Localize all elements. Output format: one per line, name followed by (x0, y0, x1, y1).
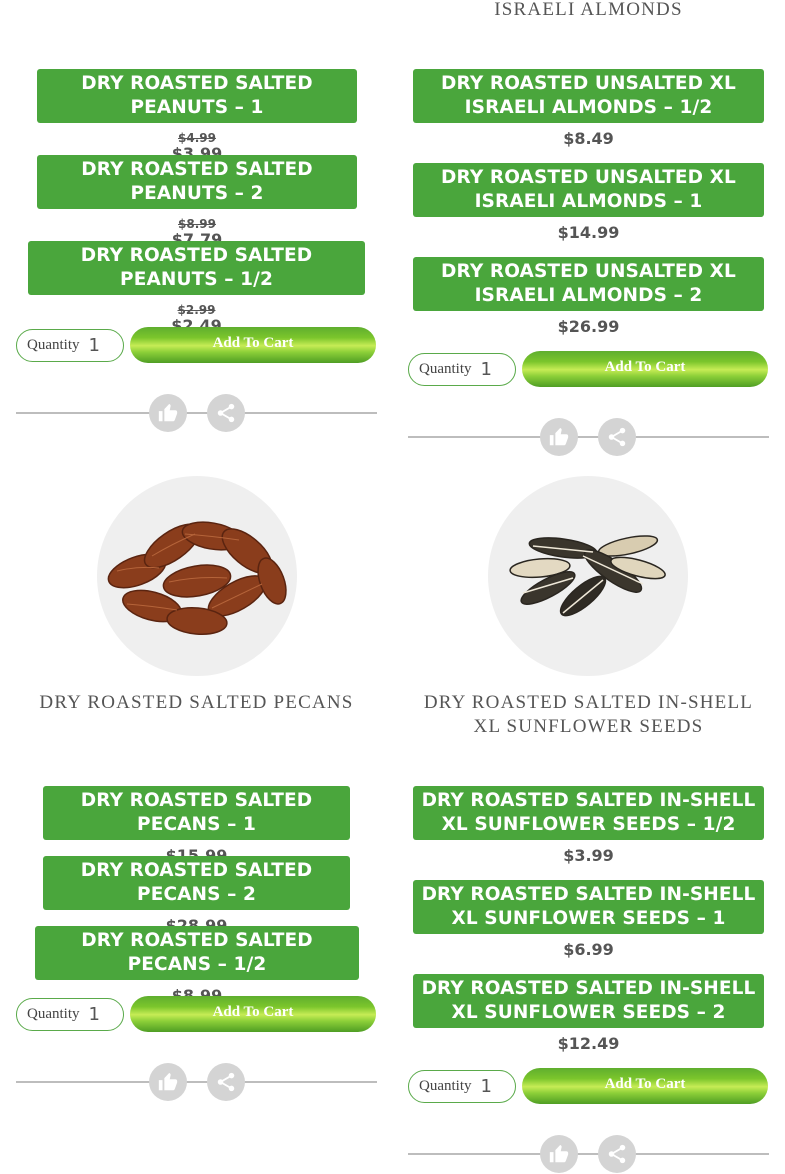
variant-button[interactable]: DRY ROASTED UNSALTED XL ISRAELI ALMONDS … (413, 163, 764, 217)
old-price: $4.99 (178, 131, 216, 145)
divider (408, 1153, 769, 1155)
quantity-field: Quantity (408, 1069, 516, 1103)
product-title: ISRAELI ALMONDS (494, 0, 683, 20)
quantity-label: Quantity (27, 336, 80, 353)
variant-peanuts-half: DRY ROASTED SALTED PEANUTS – 1/2 $2.99 $… (28, 241, 365, 336)
like-button[interactable] (540, 418, 578, 456)
share-button[interactable] (207, 1063, 245, 1101)
like-button[interactable] (540, 1135, 578, 1173)
quantity-field: Quantity (16, 328, 124, 362)
price: $8.49 (563, 129, 614, 148)
variant-almonds-half: DRY ROASTED UNSALTED XL ISRAELI ALMONDS … (413, 69, 764, 149)
variant-pecans-half: DRY ROASTED SALTED PECANS – 1/2 $8.99 (35, 926, 359, 1006)
price: $26.99 (557, 317, 620, 336)
price: $6.99 (563, 940, 614, 959)
quantity-input[interactable] (88, 1003, 113, 1025)
add-to-cart-button[interactable]: Add To Cart (522, 1068, 768, 1104)
variant-button[interactable]: DRY ROASTED SALTED IN-SHELL XL SUNFLOWER… (413, 974, 764, 1028)
product-title: DRY ROASTED SALTED IN-SHELL XL SUNFLOWER… (423, 692, 754, 737)
thumbs-up-icon (158, 403, 178, 422)
price: $3.99 (563, 846, 614, 865)
pecans-image[interactable] (97, 476, 297, 676)
cart-row: Quantity Add To Cart (408, 351, 768, 387)
product-title: DRY ROASTED SALTED PECANS (39, 692, 354, 713)
quantity-input[interactable] (480, 1075, 505, 1097)
cart-row: Quantity Add To Cart (16, 327, 376, 363)
sunflower-seeds-image[interactable] (488, 476, 688, 676)
thumbs-up-icon (158, 1072, 178, 1091)
variant-peanuts-2: DRY ROASTED SALTED PEANUTS – 2 $8.99 $7.… (37, 155, 357, 250)
thumbs-up-icon (549, 1144, 569, 1163)
variant-button[interactable]: DRY ROASTED SALTED PEANUTS – 2 (37, 155, 357, 209)
variant-button[interactable]: DRY ROASTED SALTED PECANS – 1/2 (35, 926, 359, 980)
old-price: $2.99 (177, 303, 216, 317)
price: $12.49 (557, 1034, 620, 1053)
share-icon (217, 1072, 235, 1092)
variant-button[interactable]: DRY ROASTED SALTED PEANUTS – 1 (37, 69, 357, 123)
quantity-label: Quantity (419, 360, 472, 377)
cart-row: Quantity Add To Cart (16, 996, 376, 1032)
divider (408, 436, 769, 438)
variant-pecans-2: DRY ROASTED SALTED PECANS – 2 $28.99 (43, 856, 350, 936)
variant-sunflower-2: DRY ROASTED SALTED IN-SHELL XL SUNFLOWER… (413, 974, 764, 1054)
old-price: $8.99 (178, 217, 216, 231)
divider (16, 1081, 377, 1083)
add-to-cart-button[interactable]: Add To Cart (130, 996, 376, 1032)
share-button[interactable] (207, 394, 245, 432)
sunflower-seeds-illustration (509, 535, 666, 617)
quantity-input[interactable] (88, 334, 113, 356)
share-icon (608, 427, 626, 447)
quantity-field: Quantity (16, 997, 124, 1031)
like-button[interactable] (149, 1063, 187, 1101)
variant-peanuts-1: DRY ROASTED SALTED PEANUTS – 1 $4.99 $3.… (37, 69, 357, 164)
variant-button[interactable]: DRY ROASTED SALTED PECANS – 1 (43, 786, 350, 840)
variant-button[interactable]: DRY ROASTED UNSALTED XL ISRAELI ALMONDS … (413, 257, 764, 311)
quantity-input[interactable] (480, 358, 505, 380)
quantity-label: Quantity (419, 1077, 472, 1094)
variant-almonds-2: DRY ROASTED UNSALTED XL ISRAELI ALMONDS … (413, 257, 764, 337)
variant-button[interactable]: DRY ROASTED SALTED PEANUTS – 1/2 (28, 241, 365, 295)
share-icon (217, 403, 235, 423)
variant-button[interactable]: DRY ROASTED SALTED IN-SHELL XL SUNFLOWER… (413, 786, 764, 840)
share-button[interactable] (598, 1135, 636, 1173)
quantity-label: Quantity (27, 1005, 80, 1022)
variant-button[interactable]: DRY ROASTED SALTED PECANS – 2 (43, 856, 350, 910)
add-to-cart-button[interactable]: Add To Cart (522, 351, 768, 387)
variant-button[interactable]: DRY ROASTED UNSALTED XL ISRAELI ALMONDS … (413, 69, 764, 123)
variant-pecans-1: DRY ROASTED SALTED PECANS – 1 $15.99 (43, 786, 350, 866)
price: $14.99 (557, 223, 620, 242)
add-to-cart-button[interactable]: Add To Cart (130, 327, 376, 363)
variant-button[interactable]: DRY ROASTED SALTED IN-SHELL XL SUNFLOWER… (413, 880, 764, 934)
share-icon (608, 1144, 626, 1164)
thumbs-up-icon (549, 427, 569, 446)
pecans-illustration (107, 521, 287, 635)
variant-sunflower-1: DRY ROASTED SALTED IN-SHELL XL SUNFLOWER… (413, 880, 764, 960)
share-button[interactable] (598, 418, 636, 456)
quantity-field: Quantity (408, 352, 516, 386)
cart-row: Quantity Add To Cart (408, 1068, 768, 1104)
variant-sunflower-half: DRY ROASTED SALTED IN-SHELL XL SUNFLOWER… (413, 786, 764, 866)
divider (16, 412, 377, 414)
like-button[interactable] (149, 394, 187, 432)
variant-almonds-1: DRY ROASTED UNSALTED XL ISRAELI ALMONDS … (413, 163, 764, 243)
